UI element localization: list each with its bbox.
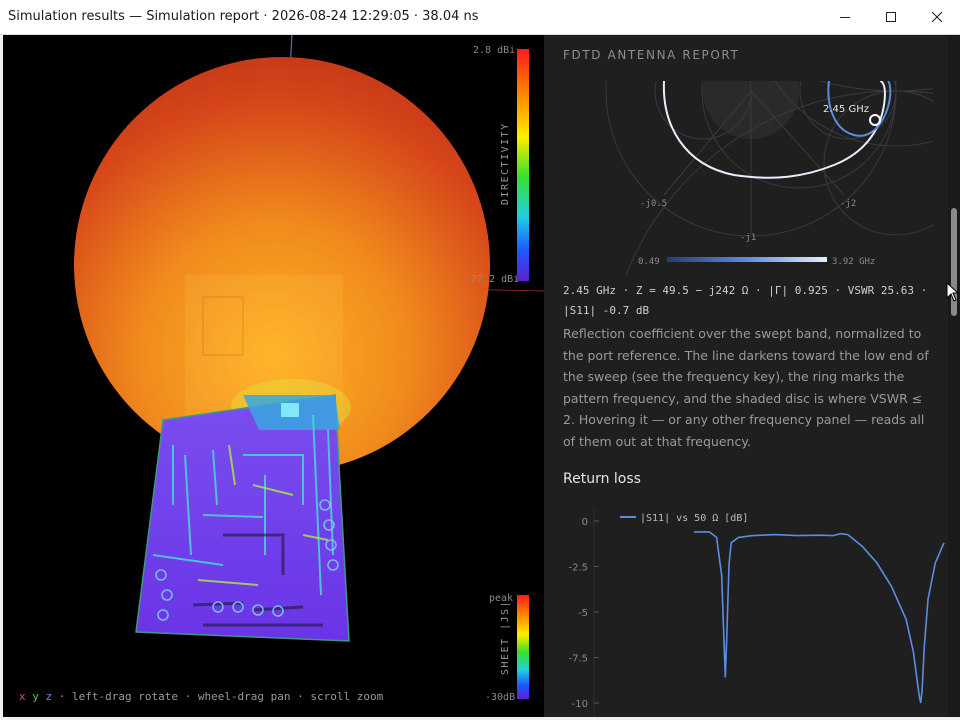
report-scrollbar[interactable] bbox=[948, 35, 960, 717]
rl-ytick-label: -5 bbox=[578, 608, 588, 619]
z-axis-key: z bbox=[45, 690, 53, 703]
freq-key-bar bbox=[667, 257, 827, 262]
report-panel[interactable]: FDTD ANTENNA REPORT 2.45 GHz -j0.5 -j2 -… bbox=[544, 35, 948, 717]
directivity-max-label: 2.8 dBi bbox=[473, 45, 516, 56]
app-window: Simulation results — Simulation report ·… bbox=[0, 0, 960, 720]
navigation-hint: x y z · left-drag rotate · wheel-drag pa… bbox=[19, 690, 383, 703]
rl-ytick-label: -7.5 bbox=[568, 654, 588, 665]
minimize-icon bbox=[840, 17, 850, 18]
close-button[interactable] bbox=[914, 0, 960, 34]
frequency-readout: 2.45 GHz · Z = 49.5 − j242 Ω · |Γ| 0.925… bbox=[563, 284, 928, 317]
rl-ytick-label: -10 bbox=[572, 699, 588, 710]
smith-label-neg-j05: -j0.5 bbox=[640, 199, 667, 209]
smith-chart[interactable]: 2.45 GHz -j0.5 -j2 -j1 0.49 3.92 GHz bbox=[544, 35, 948, 275]
maximize-button[interactable] bbox=[868, 0, 914, 34]
rl-legend-label: |S11| vs 50 Ω [dB] bbox=[640, 513, 748, 524]
marker-ring-icon[interactable] bbox=[869, 114, 881, 126]
rl-ytick-label: -2.5 bbox=[568, 563, 588, 574]
sheet-colorbar bbox=[517, 595, 529, 699]
directivity-min-label: -27.2 dBi bbox=[465, 274, 520, 285]
radiation-pattern-scene bbox=[74, 35, 544, 699]
s11-series-line bbox=[694, 531, 945, 704]
directivity-axis-title: DIRECTIVITY bbox=[500, 122, 511, 205]
hint-text: · left-drag rotate · wheel-drag pan · sc… bbox=[58, 690, 384, 703]
title-bar: Simulation results — Simulation report ·… bbox=[0, 0, 960, 35]
smith-description: Reflection coefficient over the swept ba… bbox=[563, 326, 929, 449]
sheet-axis-title: SHEET |JS| bbox=[500, 599, 511, 675]
x-axis-key: x bbox=[19, 690, 26, 703]
return-loss-title: Return loss bbox=[563, 471, 641, 487]
pcb-sheet-current bbox=[135, 394, 350, 642]
3d-viewport[interactable]: 2.8 dBi -27.2 dBi DIRECTIVITY peak -30dB… bbox=[3, 35, 544, 717]
directivity-colorbar bbox=[517, 49, 529, 281]
freq-key-max: 3.92 GHz bbox=[832, 257, 875, 267]
smith-label-neg-j1: -j1 bbox=[740, 233, 756, 243]
maximize-icon bbox=[886, 12, 896, 22]
freq-marker-label: 2.45 GHz bbox=[823, 104, 869, 115]
close-icon bbox=[931, 11, 943, 23]
smith-label-neg-j2: -j2 bbox=[840, 199, 856, 209]
rl-ytick-label: 0 bbox=[582, 517, 588, 528]
mouse-cursor-icon bbox=[946, 282, 960, 302]
freq-key-min: 0.49 bbox=[638, 257, 660, 267]
return-loss-chart[interactable]: 0 -2.5 -5 -7.5 -10 |S11| vs 50 Ω [dB] bbox=[544, 507, 948, 717]
y-axis-key: y bbox=[32, 690, 39, 703]
smith-grid bbox=[605, 81, 933, 275]
window-title: Simulation results — Simulation report ·… bbox=[8, 9, 479, 24]
sheet-min-label: -30dB bbox=[485, 692, 516, 703]
minimize-button[interactable] bbox=[822, 0, 868, 34]
